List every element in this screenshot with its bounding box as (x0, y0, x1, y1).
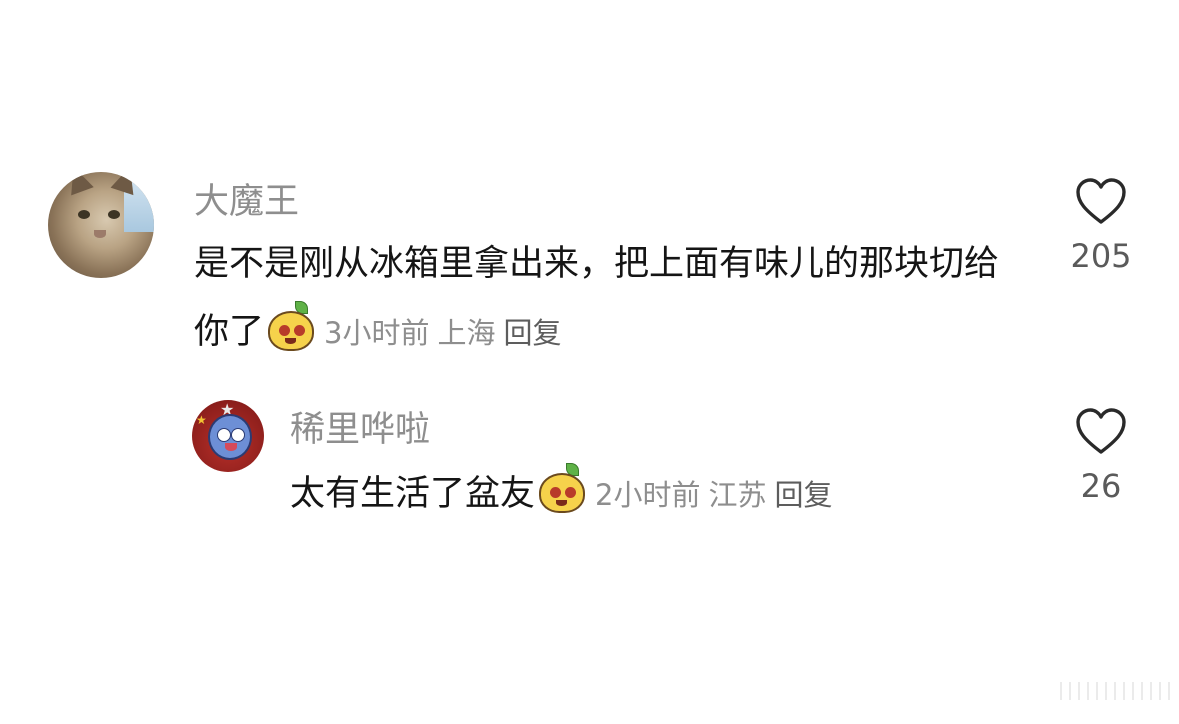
comment-location: 上海 (437, 316, 496, 350)
comment-time: 3小时前 (324, 316, 430, 350)
comment-item: 大魔王 是不是刚从冰箱里拿出来，把上面有味儿的那块切给你了 3小时前 上海 回复 2… (0, 170, 1179, 360)
comment-text: 太有生活了盆友 2小时前 江苏 回复 (290, 460, 990, 529)
comment-time: 2小时前 (595, 478, 701, 512)
like-count: 205 (1070, 237, 1132, 275)
reply-button[interactable]: 回复 (774, 478, 832, 512)
watermark (1060, 682, 1170, 700)
like-widget: 205 (1056, 178, 1146, 276)
heart-outline-icon[interactable] (1075, 408, 1127, 456)
comment-meta: 2小时前 江苏 回复 (595, 478, 840, 512)
yellow-face-emoji-icon (537, 463, 587, 513)
comment-location: 江苏 (708, 478, 767, 512)
reply-comment-item: ★ ★ 稀里哗啦 太有生活了盆友 2小时前 江苏 回复 26 (0, 398, 1179, 518)
comment-body: 太有生活了盆友 (290, 474, 536, 514)
avatar[interactable] (48, 172, 154, 278)
like-widget: 26 (1056, 408, 1146, 506)
reply-button[interactable]: 回复 (503, 316, 561, 350)
comment-username[interactable]: 稀里哗啦 (290, 410, 430, 450)
heart-outline-icon[interactable] (1075, 178, 1127, 226)
like-count: 26 (1080, 467, 1122, 505)
comment-username[interactable]: 大魔王 (194, 182, 299, 222)
avatar[interactable]: ★ ★ (192, 400, 264, 472)
comment-text: 是不是刚从冰箱里拿出来，把上面有味儿的那块切给你了 3小时前 上海 回复 (194, 230, 1014, 367)
comment-meta: 3小时前 上海 回复 (324, 316, 569, 350)
yellow-face-emoji-icon (266, 301, 316, 351)
